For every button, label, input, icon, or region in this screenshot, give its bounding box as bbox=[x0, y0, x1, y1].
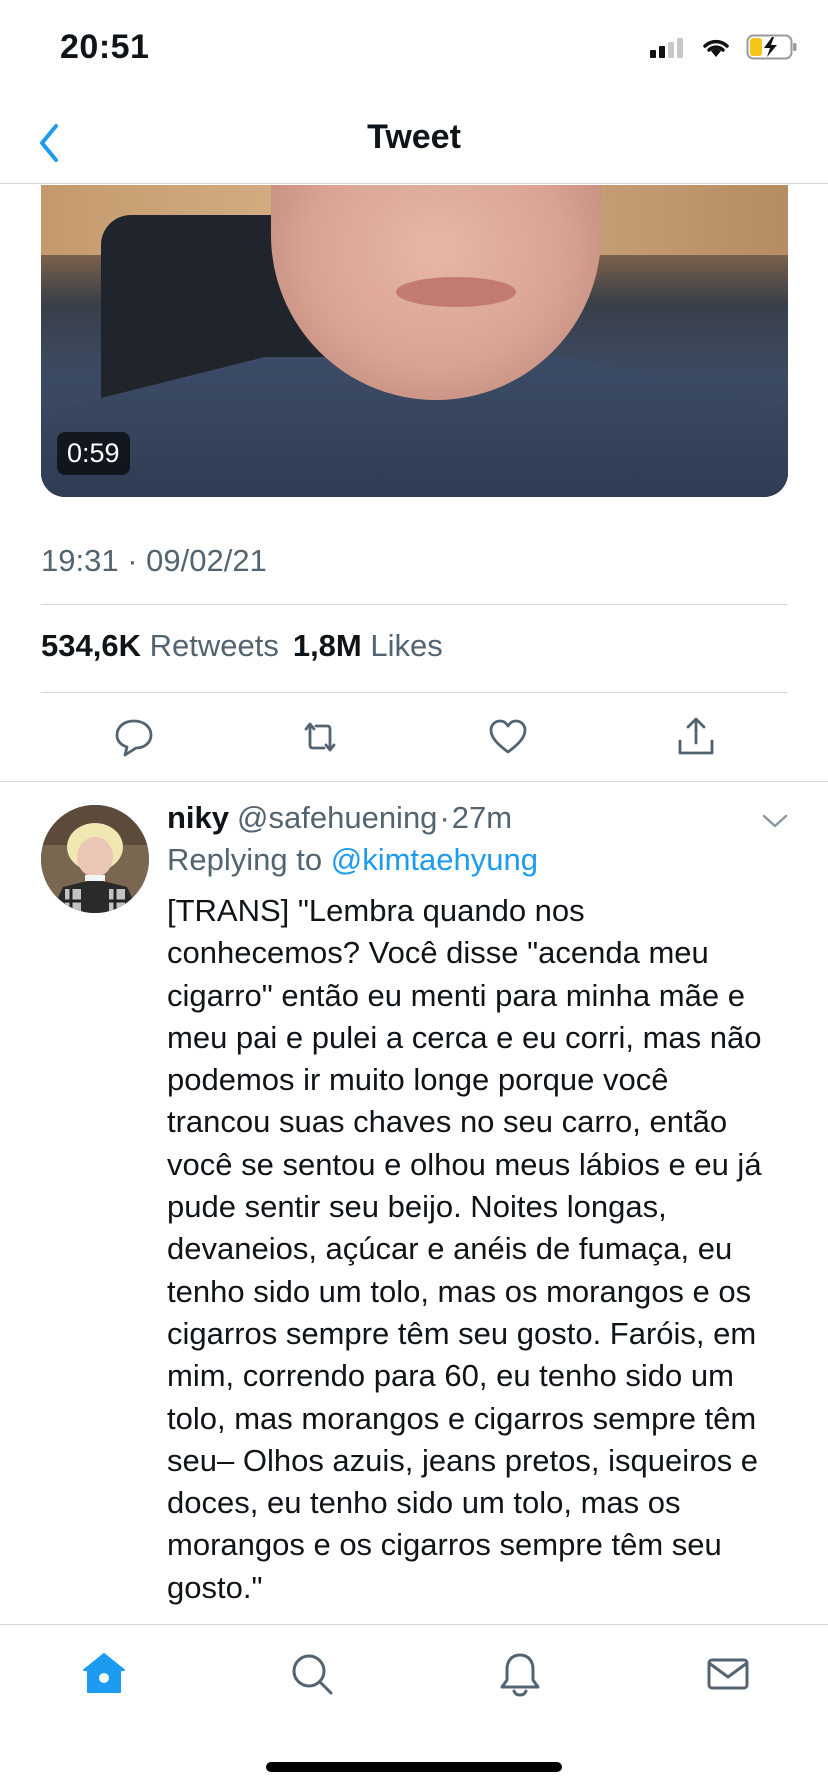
divider bbox=[0, 781, 828, 782]
reply-line: seu– Olhos azuis, jeans pretos, isqueiro… bbox=[167, 1442, 759, 1478]
replying-prefix: Replying to bbox=[167, 842, 323, 877]
reply-author-handle[interactable]: @safehuening bbox=[237, 800, 437, 836]
search-icon[interactable] bbox=[288, 1650, 336, 1698]
reply-header: niky @safehuening · 27m bbox=[167, 800, 512, 836]
tweet-timestamp: 19:31 · 09/02/21 bbox=[41, 543, 267, 578]
home-icon[interactable] bbox=[80, 1650, 128, 1698]
reply-text: [TRANS] "Lembra quando nos conhecemos? V… bbox=[167, 890, 797, 1609]
retweets-count: 534,6K bbox=[41, 628, 141, 663]
reply-line: trancou suas chaves no seu carro, então bbox=[167, 1104, 728, 1140]
reply-line: conhecemos? Você disse "acenda meu bbox=[167, 935, 709, 971]
reply-icon[interactable] bbox=[112, 715, 156, 759]
reply-line: tolo, mas morangos e cigarros sempre têm bbox=[167, 1400, 757, 1436]
reply-line: meu pai e pulei a cerca e eu corri, mas … bbox=[167, 1019, 762, 1055]
cellular-signal-icon bbox=[650, 36, 686, 58]
reply-time: 27m bbox=[451, 800, 513, 835]
status-icons bbox=[650, 34, 798, 60]
like-icon[interactable] bbox=[486, 715, 530, 759]
reply-line: devaneios, açúcar e anéis de fumaça, eu bbox=[167, 1231, 733, 1267]
reply-line: doces, eu tenho sido um tolo, mas os bbox=[167, 1485, 681, 1521]
video-player[interactable]: 0:59 bbox=[41, 185, 788, 497]
reply-line: morangos e os cigarros sempre têm seu bbox=[167, 1527, 722, 1563]
avatar[interactable] bbox=[41, 805, 149, 913]
reply-line: cigarros sempre têm seu gosto. Faróis, e… bbox=[167, 1315, 757, 1351]
reply-line: tenho sido um tolo, mas os morangos e os bbox=[167, 1273, 752, 1309]
page-title: Tweet bbox=[367, 118, 461, 156]
reply-line: podemos ir muito longe porque você bbox=[167, 1062, 669, 1098]
nav-divider bbox=[0, 183, 828, 184]
likes-label: Likes bbox=[370, 628, 443, 663]
divider bbox=[41, 604, 787, 605]
messages-icon[interactable] bbox=[704, 1650, 752, 1698]
reply-line: você se sentou e olhou meus lábios e eu … bbox=[167, 1146, 762, 1182]
video-duration: 0:59 bbox=[57, 432, 130, 475]
reply-line: pude sentir seu beijo. Noites longas, bbox=[167, 1189, 667, 1225]
tweet-stats: 534,6K Retweets 1,8M Likes bbox=[41, 628, 445, 664]
retweet-icon[interactable] bbox=[298, 715, 342, 759]
divider bbox=[41, 692, 787, 693]
reply-line: [TRANS] "Lembra quando nos bbox=[167, 893, 585, 928]
reply-author-name[interactable]: niky bbox=[167, 800, 229, 836]
notifications-icon[interactable] bbox=[496, 1650, 544, 1698]
wifi-icon bbox=[703, 39, 729, 57]
reply-line: cigarro" então eu menti para minha mãe e bbox=[167, 977, 745, 1013]
battery-charging-icon bbox=[746, 34, 797, 60]
retweets-label: Retweets bbox=[149, 628, 279, 663]
tab-bar-divider bbox=[0, 1624, 828, 1625]
retweets-stat[interactable]: 534,6K Retweets bbox=[41, 628, 281, 664]
home-indicator bbox=[266, 1762, 562, 1772]
likes-stat[interactable]: 1,8M Likes bbox=[293, 628, 445, 664]
replying-to: Replying to @kimtaehyung bbox=[167, 842, 538, 878]
mention-link[interactable]: @kimtaehyung bbox=[331, 842, 538, 877]
status-time: 20:51 bbox=[60, 28, 150, 66]
reply-line: gosto." bbox=[167, 1569, 263, 1605]
reply-separator: · bbox=[439, 800, 450, 835]
share-icon[interactable] bbox=[674, 715, 718, 759]
likes-count: 1,8M bbox=[292, 628, 362, 663]
reply-line: mim, correndo para 60, eu tenho sido um bbox=[167, 1358, 734, 1394]
chevron-down-icon[interactable] bbox=[760, 806, 790, 836]
